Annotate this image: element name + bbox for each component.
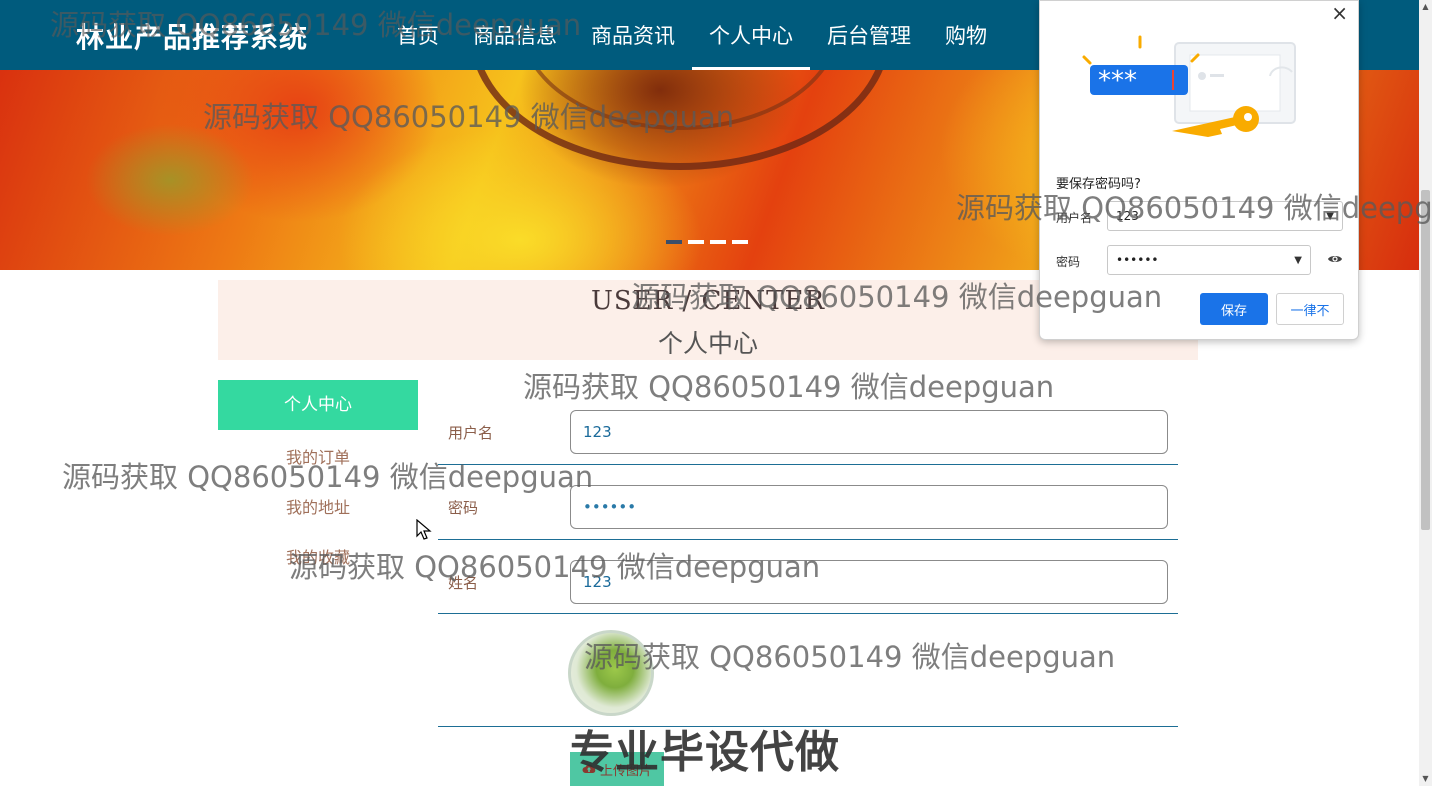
nav-product-info[interactable]: 商品信息 [456,0,574,70]
dialog-username-value: 123 [1116,209,1139,223]
password-field[interactable]: •••••• [570,485,1168,529]
promo-overlay-text: 专业毕设代做 [570,727,840,778]
dialog-username-field[interactable]: 123 ▼ [1107,201,1343,231]
nav-cart[interactable]: 购物 [928,0,1004,70]
username-field[interactable]: 123 [570,410,1168,454]
scroll-down-icon[interactable]: ▼ [1421,774,1430,783]
scroll-thumb[interactable] [1421,190,1430,530]
form-divider [438,464,1178,465]
username-label: 用户名 [448,424,494,442]
watermark-text: 源码获取 QQ86050149 微信deepguan [584,640,1116,674]
page: 林业产品推荐系统 首页 商品信息 商品资讯 个人中心 后台管理 购物 USER … [0,0,1432,786]
page-scrollbar[interactable]: ▲ ▼ [1419,0,1432,786]
carousel-indicators [666,240,748,244]
dialog-username-label: 用户名 [1056,211,1093,225]
nav-admin[interactable]: 后台管理 [810,0,928,70]
mouse-cursor-icon [416,519,432,540]
form-divider [438,539,1178,540]
main-nav: 首页 商品信息 商品资讯 个人中心 后台管理 购物 [380,0,1004,70]
save-password-dialog: × *** 要保存密码吗? 用户名 123 ▼ 密码 •••••• ▼ 保存 一… [1039,0,1359,340]
dialog-password-label: 密码 [1056,255,1081,269]
carousel-dot[interactable] [710,240,726,244]
form-divider [438,613,1178,614]
nav-product-news[interactable]: 商品资讯 [574,0,692,70]
sidebar-item-user-center[interactable]: 个人中心 [218,380,418,430]
save-password-button[interactable]: 保存 [1200,293,1268,325]
dialog-password-value: •••••• [1116,253,1159,267]
sidebar-item-favorites[interactable]: 我的收藏 [218,544,418,568]
name-label: 姓名 [448,574,479,592]
nav-home[interactable]: 首页 [380,0,456,70]
sidebar-item-orders[interactable]: 我的订单 [218,444,418,468]
carousel-dot[interactable] [666,240,682,244]
scroll-up-icon[interactable]: ▲ [1421,2,1430,11]
dialog-password-field[interactable]: •••••• ▼ [1107,245,1311,275]
site-title: 林业产品推荐系统 [76,21,309,54]
dropdown-caret-icon[interactable]: ▼ [1326,211,1334,222]
never-save-button[interactable]: 一律不 [1276,293,1344,325]
carousel-dot[interactable] [732,240,748,244]
close-icon[interactable]: × [1331,1,1348,25]
carousel-dot[interactable] [688,240,704,244]
sidebar-item-address[interactable]: 我的地址 [218,494,418,518]
password-key-icon: *** [1082,35,1296,137]
nav-user-center[interactable]: 个人中心 [692,0,810,70]
illustration-text: *** [1098,66,1137,96]
dropdown-caret-icon[interactable]: ▼ [1294,255,1302,266]
dialog-title: 要保存密码吗? [1056,177,1141,192]
password-label: 密码 [448,499,479,517]
watermark-text: 源码获取 QQ86050149 微信deepguan [523,370,1055,404]
eye-icon[interactable] [1327,251,1343,267]
name-field[interactable]: 123 [570,560,1168,604]
avatar-image [568,630,654,716]
